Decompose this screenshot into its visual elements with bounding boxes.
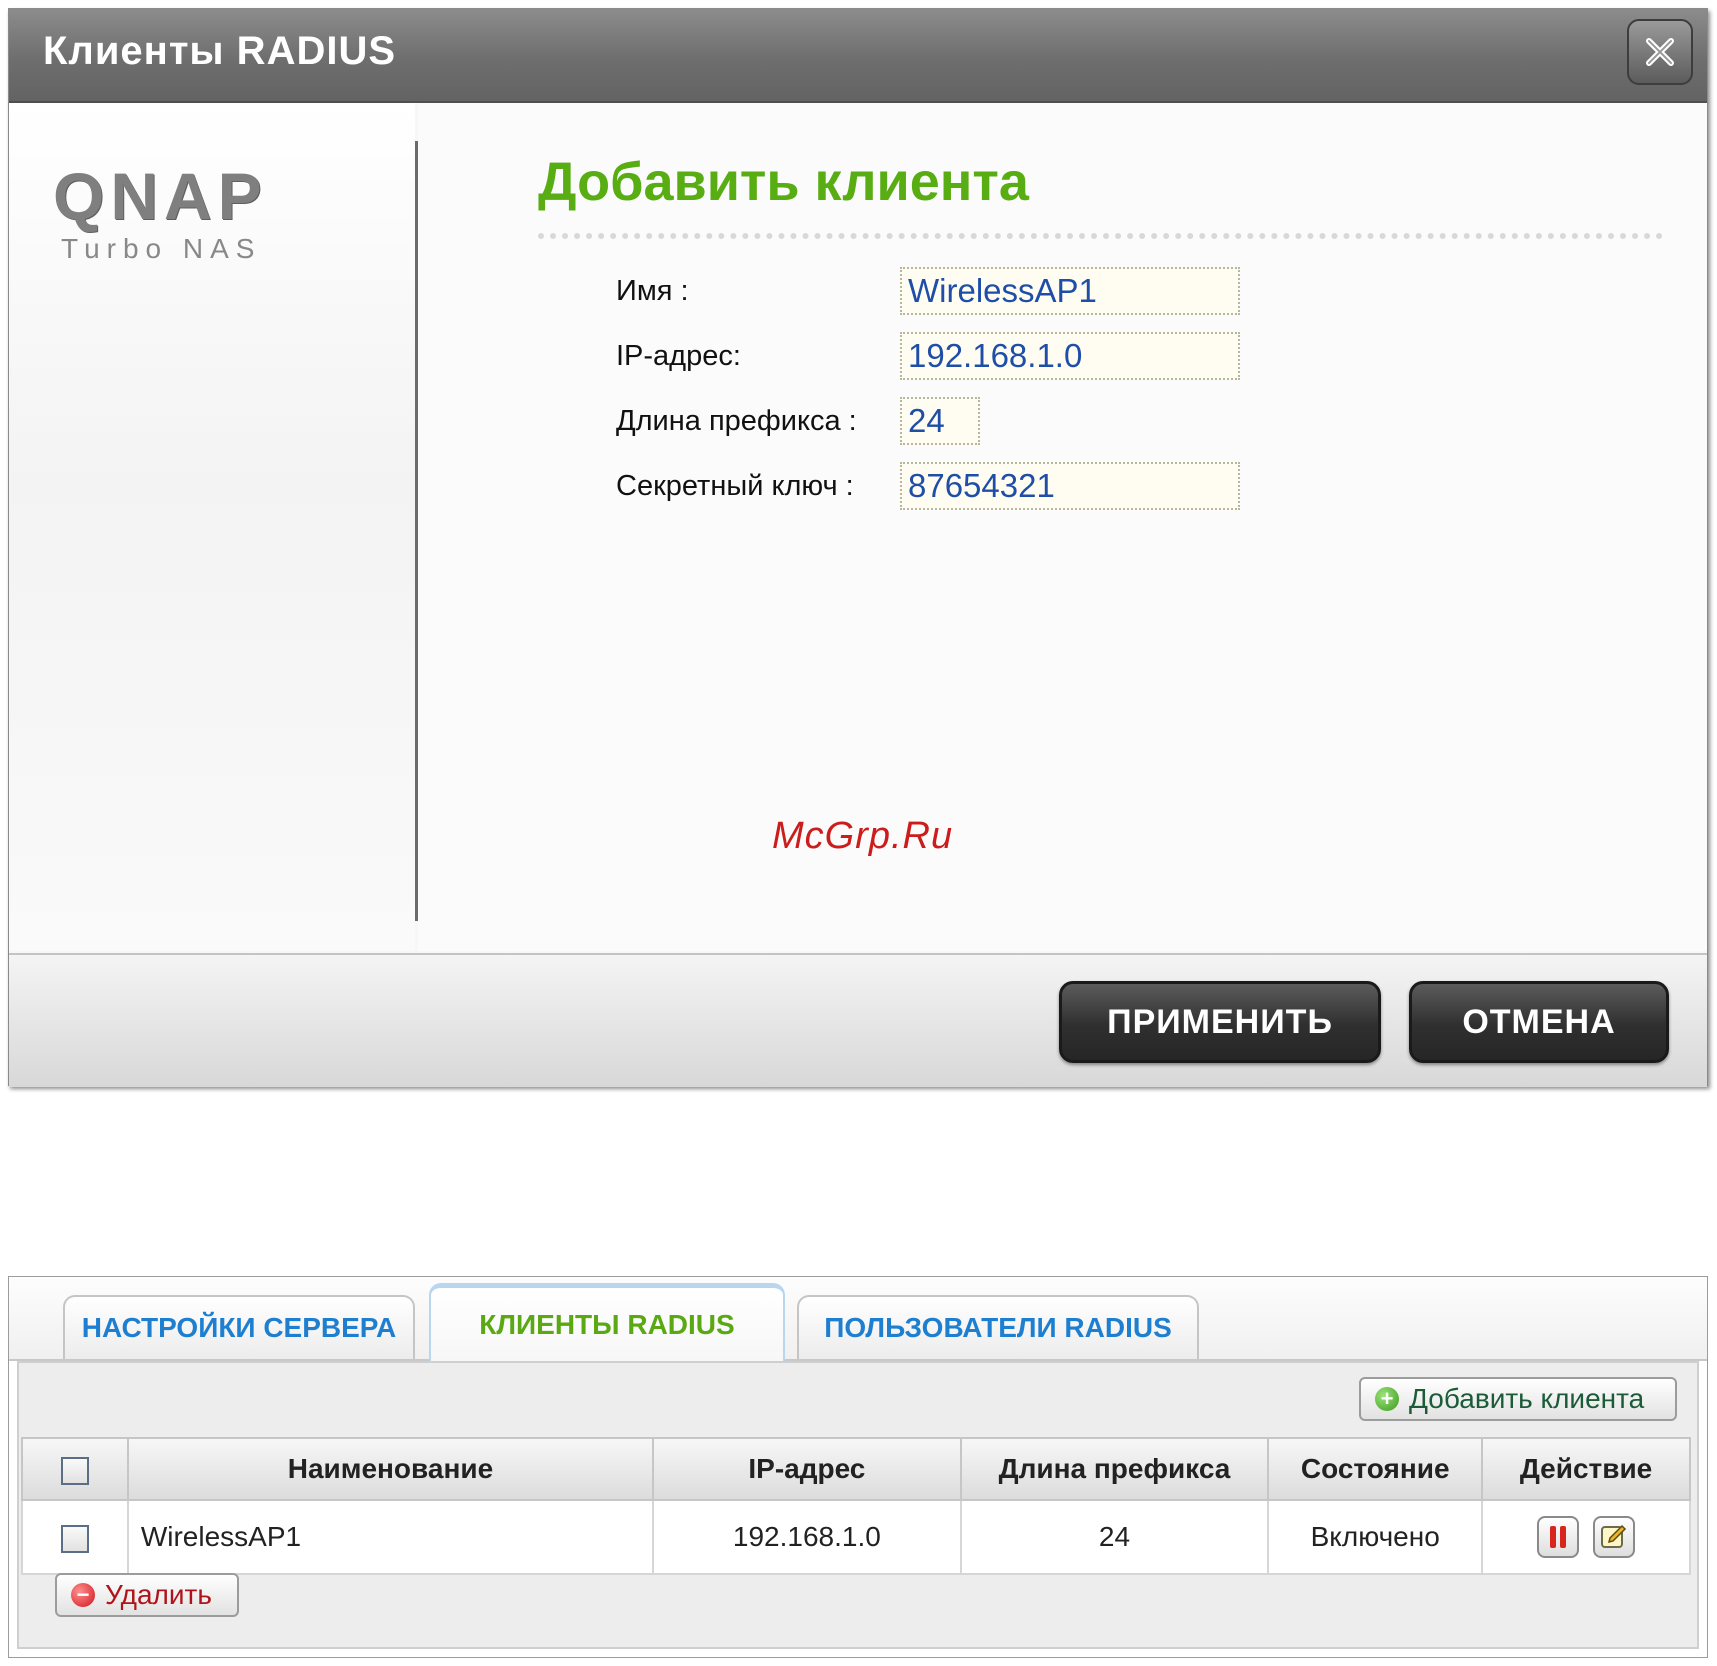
dialog-footer: ПРИМЕНИТЬ ОТМЕНА xyxy=(9,953,1707,1087)
pause-button[interactable] xyxy=(1537,1516,1580,1558)
select-all-cell xyxy=(21,1437,129,1501)
column-header-name[interactable]: Наименование xyxy=(126,1437,655,1501)
radius-panel: НАСТРОЙКИ СЕРВЕРА КЛИЕНТЫ RADIUS ПОЛЬЗОВ… xyxy=(8,1276,1708,1658)
prefix-input[interactable]: 24 xyxy=(900,397,980,445)
dialog-content: Добавить клиента Имя : WirelessAP1 IP-ад… xyxy=(418,103,1707,951)
heading-dotted-rule xyxy=(538,233,1663,239)
cell-name: WirelessAP1 xyxy=(126,1499,655,1575)
clients-pane: + Добавить клиента Наименование IP-адрес… xyxy=(17,1361,1699,1649)
qnap-logo: QNAP Turbo NAS xyxy=(53,163,268,265)
watermark-text: McGrp.Ru xyxy=(772,815,954,857)
apply-button[interactable]: ПРИМЕНИТЬ xyxy=(1059,981,1381,1063)
table-row: WirelessAP1 192.168.1.0 24 Включено xyxy=(21,1499,1691,1575)
dialog-sidebar: QNAP Turbo NAS xyxy=(9,103,415,951)
ip-label: IP-адрес: xyxy=(616,340,741,372)
delete-label: Удалить xyxy=(105,1579,212,1610)
minus-icon: − xyxy=(71,1583,95,1607)
clients-table: Наименование IP-адрес Длина префикса Сос… xyxy=(21,1437,1691,1575)
cancel-button[interactable]: ОТМЕНА xyxy=(1409,981,1669,1063)
name-label: Имя : xyxy=(616,275,689,307)
dialog-title: Клиенты RADIUS xyxy=(43,29,397,73)
name-input[interactable]: WirelessAP1 xyxy=(900,267,1240,315)
delete-button[interactable]: − Удалить xyxy=(55,1573,239,1617)
secret-input[interactable]: 87654321 xyxy=(900,462,1240,510)
edit-icon xyxy=(1600,1524,1627,1548)
column-header-status[interactable]: Состояние xyxy=(1267,1437,1484,1501)
logo-sub-text: Turbo NAS xyxy=(61,233,262,264)
edit-button[interactable] xyxy=(1592,1516,1635,1558)
secret-label: Секретный ключ : xyxy=(616,470,854,502)
column-header-prefix[interactable]: Длина префикса xyxy=(959,1437,1270,1501)
cell-status: Включено xyxy=(1267,1499,1484,1575)
table-header-row: Наименование IP-адрес Длина префикса Сос… xyxy=(21,1437,1691,1501)
clients-toolbar: + Добавить клиента xyxy=(19,1363,1697,1441)
close-button[interactable] xyxy=(1627,19,1693,85)
logo-main-text: QNAP xyxy=(53,159,268,233)
tab-radius-clients[interactable]: КЛИЕНТЫ RADIUS xyxy=(429,1283,785,1361)
tab-radius-users[interactable]: ПОЛЬЗОВАТЕЛИ RADIUS xyxy=(797,1295,1199,1359)
row-select-cell xyxy=(21,1499,129,1575)
add-client-dialog: Клиенты RADIUS QNAP Turbo NAS Добавить к… xyxy=(8,8,1708,1087)
add-client-label: Добавить клиента xyxy=(1409,1383,1645,1414)
column-header-ip[interactable]: IP-адрес xyxy=(652,1437,962,1501)
cell-ip: 192.168.1.0 xyxy=(652,1499,962,1575)
select-all-checkbox[interactable] xyxy=(60,1456,89,1485)
add-client-button[interactable]: + Добавить клиента xyxy=(1359,1377,1677,1421)
cell-prefix: 24 xyxy=(959,1499,1270,1575)
tab-server-settings[interactable]: НАСТРОЙКИ СЕРВЕРА xyxy=(63,1295,415,1359)
column-header-action: Действие xyxy=(1481,1437,1691,1501)
dialog-titlebar: Клиенты RADIUS xyxy=(9,9,1707,103)
ip-input[interactable]: 192.168.1.0 xyxy=(900,332,1240,380)
plus-icon: + xyxy=(1375,1387,1399,1411)
row-checkbox[interactable] xyxy=(60,1524,89,1553)
close-icon xyxy=(1646,38,1674,66)
pause-icon xyxy=(1550,1526,1567,1548)
form-heading: Добавить клиента xyxy=(538,152,1029,212)
prefix-label: Длина префикса : xyxy=(616,405,857,437)
cell-actions xyxy=(1481,1499,1691,1575)
